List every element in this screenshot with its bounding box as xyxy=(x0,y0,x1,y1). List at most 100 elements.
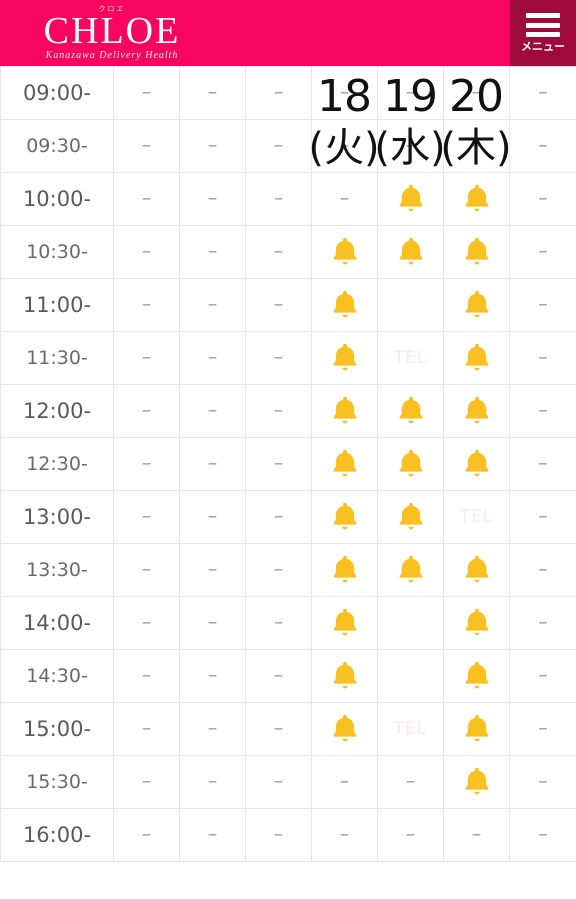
time-slot-label: 11:00- xyxy=(0,278,114,332)
slot-empty: – xyxy=(509,755,576,809)
slot-senkou[interactable]: ○ 先行 xyxy=(377,278,444,332)
slot-available-bell[interactable] xyxy=(311,490,378,544)
slot-available-bell[interactable] xyxy=(311,225,378,279)
empty-dash: – xyxy=(141,81,152,103)
schedule-row: 11:30- – – – TEL – xyxy=(0,331,576,385)
bell-icon xyxy=(465,237,488,265)
schedule-row: 11:00- – – – ○ 先行 – xyxy=(0,278,576,332)
time-slot-label: 13:00- xyxy=(0,490,114,544)
schedule-row: 09:30- – – – – – – – xyxy=(0,119,576,173)
empty-dash: – xyxy=(273,505,284,527)
slot-empty: – xyxy=(377,66,444,120)
slot-empty: – xyxy=(113,596,180,650)
empty-dash: – xyxy=(207,717,218,739)
slot-empty: – xyxy=(179,490,246,544)
slot-available-bell[interactable] xyxy=(443,755,510,809)
tel-label: TEL xyxy=(393,348,428,368)
slot-tel[interactable]: TEL xyxy=(377,702,444,756)
slot-senkou[interactable]: ○ 先行 xyxy=(377,596,444,650)
bell-icon xyxy=(399,449,422,477)
empty-dash: – xyxy=(273,452,284,474)
slot-available-bell[interactable] xyxy=(377,172,444,226)
slot-available-bell[interactable] xyxy=(443,596,510,650)
bell-icon xyxy=(465,396,488,424)
slot-available-bell[interactable] xyxy=(443,278,510,332)
slot-available-bell[interactable] xyxy=(377,384,444,438)
site-header: クロエ CHLOE Kanazawa Delivery Health メニュー xyxy=(0,0,576,66)
slot-available-bell[interactable] xyxy=(443,649,510,703)
slot-senkou[interactable]: ○ 先行 xyxy=(377,649,444,703)
slot-available-bell[interactable] xyxy=(311,437,378,491)
empty-dash: – xyxy=(538,399,548,421)
slot-empty: – xyxy=(179,119,246,173)
slot-available-bell[interactable] xyxy=(443,543,510,597)
logo-tagline: Kanazawa Delivery Health xyxy=(45,50,179,61)
schedule-row: 09:00- – – – – – – – xyxy=(0,66,576,120)
slot-empty: – xyxy=(509,66,576,120)
circle-icon: ○ xyxy=(404,659,417,674)
slot-available-bell[interactable] xyxy=(377,490,444,544)
menu-button[interactable]: メニュー xyxy=(510,0,576,66)
bell-icon xyxy=(465,767,488,795)
slot-tel[interactable]: TEL xyxy=(377,331,444,385)
slot-available-bell[interactable] xyxy=(443,702,510,756)
site-logo[interactable]: クロエ CHLOE Kanazawa Delivery Health xyxy=(12,2,212,64)
slot-empty: – xyxy=(179,437,246,491)
slot-available-bell[interactable] xyxy=(443,384,510,438)
time-slot-label: 14:30- xyxy=(0,649,114,703)
slot-available-bell[interactable] xyxy=(311,543,378,597)
empty-dash: – xyxy=(141,717,152,739)
slot-available-bell[interactable] xyxy=(311,702,378,756)
empty-dash: – xyxy=(538,770,548,792)
empty-dash: – xyxy=(273,558,284,580)
empty-dash: – xyxy=(471,134,482,156)
slot-empty: – xyxy=(245,490,312,544)
bell-icon xyxy=(465,661,488,689)
slot-empty: – xyxy=(179,225,246,279)
slot-empty: – xyxy=(179,172,246,226)
bell-icon xyxy=(333,343,356,371)
slot-available-bell[interactable] xyxy=(377,437,444,491)
slot-available-bell[interactable] xyxy=(311,649,378,703)
tel-label: TEL xyxy=(393,719,428,739)
slot-tel[interactable]: TEL xyxy=(443,490,510,544)
slot-available-bell[interactable] xyxy=(377,543,444,597)
empty-dash: – xyxy=(339,823,350,845)
time-slot-label: 10:30- xyxy=(0,225,114,279)
slot-available-bell[interactable] xyxy=(377,225,444,279)
empty-dash: – xyxy=(207,505,218,527)
slot-empty: – xyxy=(443,66,510,120)
empty-dash: – xyxy=(339,134,350,156)
slot-empty: – xyxy=(245,225,312,279)
slot-available-bell[interactable] xyxy=(311,331,378,385)
empty-dash: – xyxy=(538,823,548,845)
time-slot-label: 15:30- xyxy=(0,755,114,809)
slot-empty: – xyxy=(443,119,510,173)
empty-dash: – xyxy=(273,823,284,845)
time-slot-label: 09:00- xyxy=(0,66,114,120)
slot-empty: – xyxy=(509,649,576,703)
tel-label: TEL xyxy=(459,507,494,527)
empty-dash: – xyxy=(273,187,284,209)
slot-available-bell[interactable] xyxy=(311,384,378,438)
slot-available-bell[interactable] xyxy=(443,225,510,279)
slot-empty: – xyxy=(377,808,444,862)
empty-dash: – xyxy=(207,134,218,156)
empty-dash: – xyxy=(471,81,482,103)
bell-icon xyxy=(333,608,356,636)
slot-available-bell[interactable] xyxy=(443,437,510,491)
empty-dash: – xyxy=(538,505,548,527)
schedule-row: 13:00- – – – TEL – xyxy=(0,490,576,544)
empty-dash: – xyxy=(538,293,548,315)
slot-empty: – xyxy=(509,437,576,491)
empty-dash: – xyxy=(273,717,284,739)
slot-available-bell[interactable] xyxy=(311,596,378,650)
slot-available-bell[interactable] xyxy=(311,278,378,332)
empty-dash: – xyxy=(207,293,218,315)
slot-empty: – xyxy=(377,755,444,809)
slot-available-bell[interactable] xyxy=(443,331,510,385)
bell-icon xyxy=(465,290,488,318)
empty-dash: – xyxy=(207,558,218,580)
slot-available-bell[interactable] xyxy=(443,172,510,226)
schedule-row: 15:30- – – – – – – xyxy=(0,755,576,809)
